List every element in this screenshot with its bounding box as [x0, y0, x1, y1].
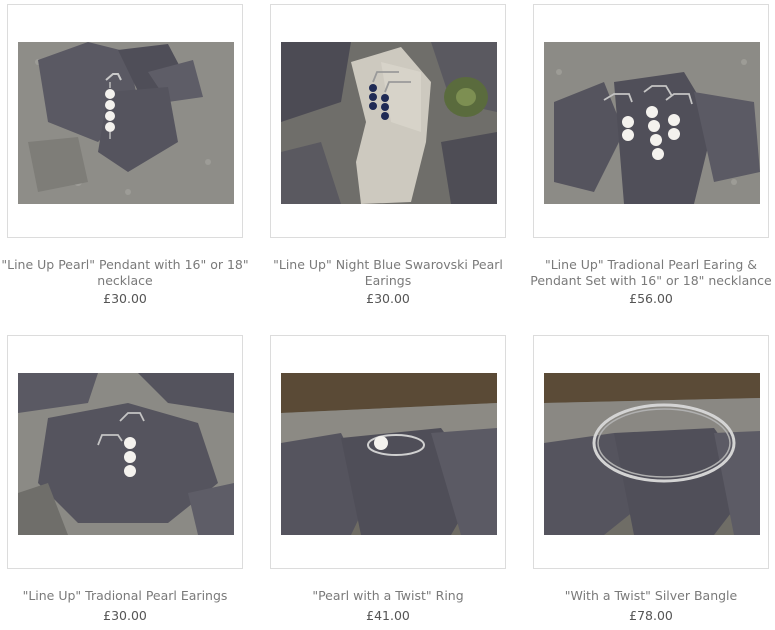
pearl-earrings-image	[18, 373, 234, 535]
product-title[interactable]: "Line Up" Tradional Pearl Earing & Penda…	[523, 257, 775, 289]
product-title[interactable]: "Line Up" Night Blue Swarovski Pearl Ear…	[260, 257, 516, 289]
product-price: £41.00	[366, 608, 410, 623]
product-price: £30.00	[366, 291, 410, 306]
product-grid: "Line Up Pearl" Pendant with 16" or 18" …	[0, 0, 775, 630]
product-title[interactable]: "Line Up Pearl" Pendant with 16" or 18" …	[0, 257, 253, 289]
product-photo[interactable]	[18, 42, 234, 204]
product-photo[interactable]	[544, 373, 760, 535]
product-image-frame[interactable]	[533, 4, 769, 238]
product-image-frame[interactable]	[270, 335, 506, 569]
product-price: £78.00	[629, 608, 673, 623]
product-image-frame[interactable]	[7, 4, 243, 238]
product-photo[interactable]	[18, 373, 234, 535]
product-price: £56.00	[629, 291, 673, 306]
product-photo[interactable]	[281, 42, 497, 204]
product-image-frame[interactable]	[533, 335, 769, 569]
silver-bangle-image	[544, 373, 760, 535]
product-price: £30.00	[103, 608, 147, 623]
product-title[interactable]: "With a Twist" Silver Bangle	[523, 588, 775, 604]
product-image-frame[interactable]	[7, 335, 243, 569]
product-photo[interactable]	[544, 42, 760, 204]
product-image-frame[interactable]	[270, 4, 506, 238]
pearl-pendant-image	[18, 42, 234, 204]
product-title[interactable]: "Pearl with a Twist" Ring	[260, 588, 516, 604]
product-price: £30.00	[103, 291, 147, 306]
pearl-set-image	[544, 42, 760, 204]
product-title[interactable]: "Line Up" Tradional Pearl Earings	[0, 588, 253, 604]
product-photo[interactable]	[281, 373, 497, 535]
pearl-ring-image	[281, 373, 497, 535]
night-blue-earrings-image	[281, 42, 497, 204]
